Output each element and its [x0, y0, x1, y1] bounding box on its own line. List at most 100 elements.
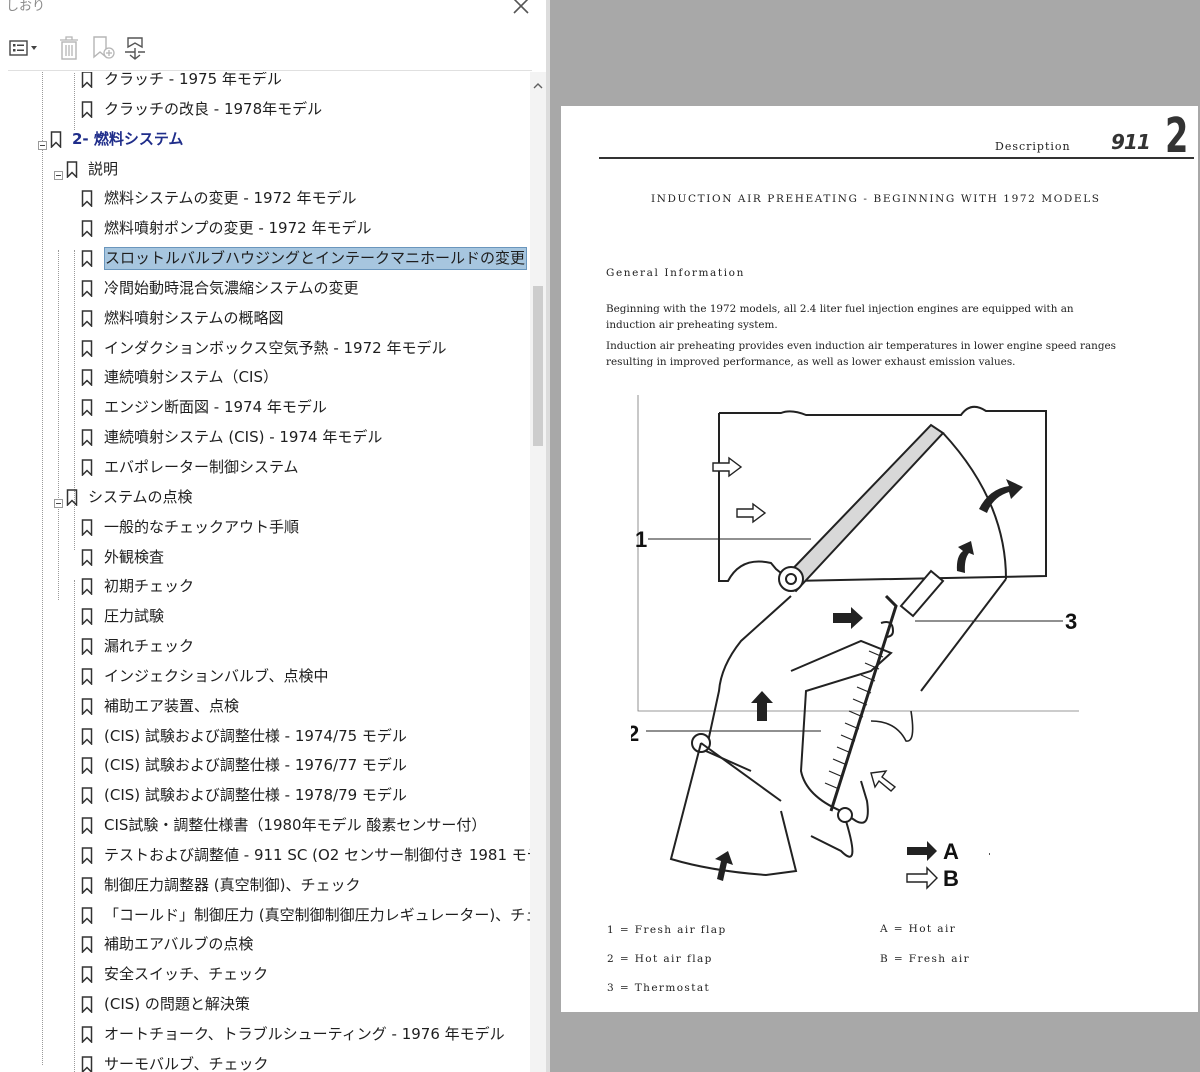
- header-rule: [599, 157, 1194, 159]
- bookmark-icon: [81, 697, 93, 716]
- bookmark-item[interactable]: 冷間始動時混合気濃縮システムの変更: [0, 274, 530, 304]
- bookmark-item[interactable]: (CIS) 試験および調整仕様 - 1974/75 モデル: [0, 722, 530, 752]
- bookmark-icon: [81, 1026, 93, 1044]
- preheating-diagram: 1 3 2 A B: [631, 395, 1079, 891]
- bookmark-item[interactable]: 圧力試験: [0, 602, 530, 632]
- bookmark-item[interactable]: 燃料システムの変更 - 1972 年モデル: [0, 184, 530, 214]
- bookmark-label: インダクションボックス空気予熱 - 1972 年モデル: [104, 338, 447, 357]
- bookmark-icon: [81, 668, 93, 686]
- collapse-toggle-icon[interactable]: [54, 493, 63, 508]
- bookmark-item[interactable]: 制御圧力調整器 (真空制御)、チェック: [0, 871, 530, 901]
- bookmark-icon: [81, 608, 93, 626]
- bookmark-icon: [81, 996, 93, 1014]
- collapse-toggle-icon[interactable]: [54, 165, 63, 180]
- bookmark-label: サーモバルブ、チェック: [104, 1054, 269, 1072]
- legend-item: 3 = Thermostat: [607, 982, 711, 994]
- bookmark-item[interactable]: 2- 燃料システム: [0, 125, 530, 155]
- bookmark-item[interactable]: 補助エア装置、点検: [0, 692, 530, 722]
- bookmark-icon: [81, 817, 93, 835]
- bookmark-label: 補助エアバルブの点検: [104, 935, 254, 954]
- panel-title: しおり: [6, 0, 46, 14]
- bookmark-item[interactable]: 燃料噴射システムの概略図: [0, 304, 530, 334]
- bookmark-item[interactable]: 燃料噴射ポンプの変更 - 1972 年モデル: [0, 214, 530, 244]
- bookmark-item[interactable]: (CIS) 試験および調整仕様 - 1978/79 モデル: [0, 781, 530, 811]
- bookmark-label: 補助エア装置、点検: [104, 696, 240, 715]
- bookmark-item[interactable]: 一般的なチェックアウト手順: [0, 513, 530, 543]
- bookmark-item[interactable]: サーモバルブ、チェック: [0, 1050, 530, 1072]
- bookmark-item[interactable]: 初期チェック: [0, 572, 530, 602]
- bookmark-label: 冷間始動時混合気濃縮システムの変更: [104, 278, 359, 297]
- bookmark-item[interactable]: エバポレーター制御システム: [0, 453, 530, 483]
- bookmark-item[interactable]: 漏れチェック: [0, 632, 530, 662]
- body-paragraph: Induction air preheating provides even i…: [606, 340, 1116, 368]
- bookmark-item[interactable]: クラッチの改良 - 1978年モデル: [0, 95, 530, 125]
- bookmark-label: 「コールド」制御圧力 (真空制御制御圧力レギュレーター)、チェック: [104, 905, 530, 924]
- bookmark-label: インジェクションバルブ、点検中: [104, 666, 329, 685]
- bookmark-item[interactable]: (CIS) 試験および調整仕様 - 1976/77 モデル: [0, 751, 530, 781]
- new-bookmark-icon[interactable]: [90, 35, 116, 61]
- bookmark-item[interactable]: システムの点検: [0, 483, 530, 513]
- bookmark-item[interactable]: (CIS) の問題と解決策: [0, 990, 530, 1020]
- bookmark-item[interactable]: エンジン断面図 - 1974 年モデル: [0, 393, 530, 423]
- bookmark-item[interactable]: インダクションボックス空気予熱 - 1972 年モデル: [0, 334, 530, 364]
- bookmark-label: (CIS) 試験および調整仕様 - 1976/77 モデル: [104, 756, 407, 775]
- bookmark-label: システムの点検: [88, 487, 193, 506]
- arrow-legend-b: B: [943, 866, 959, 891]
- bookmark-icon: [81, 459, 93, 477]
- bookmark-item[interactable]: CIS試験・調整仕様書（1980年モデル 酸素センサー付）: [0, 811, 530, 841]
- bookmark-icon: [81, 638, 93, 656]
- legend-item: A = Hot air: [880, 923, 957, 935]
- scroll-up-icon[interactable]: [530, 80, 546, 92]
- bookmark-label: (CIS) 試験および調整仕様 - 1978/79 モデル: [104, 786, 407, 805]
- bookmark-item[interactable]: 補助エアバルブの点検: [0, 930, 530, 960]
- scrollbar-thumb[interactable]: [533, 286, 543, 446]
- bookmark-icon: [81, 72, 93, 89]
- bookmark-scrollbar[interactable]: [530, 72, 546, 1072]
- bookmark-label: 連続噴射システム（CIS）: [104, 368, 278, 387]
- options-menu-icon[interactable]: [8, 35, 40, 61]
- collapse-toggle-icon[interactable]: [38, 135, 47, 150]
- bookmark-label: 安全スイッチ、チェック: [104, 965, 269, 984]
- bookmark-icon: [81, 966, 93, 985]
- expand-bookmark-icon[interactable]: [122, 35, 148, 61]
- bookmark-item[interactable]: 連続噴射システム (CIS) - 1974 年モデル: [0, 423, 530, 453]
- section-heading: General Information: [606, 267, 745, 279]
- legend-item: 1 = Fresh air flap: [607, 924, 727, 936]
- bookmark-item[interactable]: 説明: [0, 155, 530, 185]
- legend-item: B = Fresh air: [880, 953, 971, 965]
- bookmark-icon: [81, 220, 93, 239]
- bookmark-label: オートチョーク、トラブルシューティング - 1976 年モデル: [104, 1025, 505, 1043]
- close-icon[interactable]: [511, 0, 531, 16]
- legend-item: 2 = Hot air flap: [607, 953, 713, 965]
- document-page: Description 911 2 INDUCTION AIR PREHEATI…: [561, 106, 1198, 1012]
- bookmark-item[interactable]: 「コールド」制御圧力 (真空制御制御圧力レギュレーター)、チェック: [0, 901, 530, 931]
- bookmark-item[interactable]: 外観検査: [0, 543, 530, 573]
- bookmark-item[interactable]: オートチョーク、トラブルシューティング - 1976 年モデル: [0, 1020, 530, 1050]
- bookmark-icon: [81, 757, 93, 776]
- bookmark-icon: [81, 877, 93, 895]
- body-paragraph: Beginning with the 1972 models, all 2.4 …: [606, 303, 1074, 331]
- page-title: INDUCTION AIR PREHEATING - BEGINNING WIT…: [651, 193, 1101, 205]
- bookmark-label: (CIS) 試験および調整仕様 - 1974/75 モデル: [104, 726, 407, 745]
- bookmark-item[interactable]: クラッチ - 1975 年モデル: [0, 72, 530, 95]
- page-header-model: 911: [1111, 130, 1151, 154]
- bookmark-item[interactable]: テストおよび調整値 - 911 SC (O2 センサー制御付き 1981 モデル…: [0, 841, 530, 871]
- bookmark-label: テストおよび調整値 - 911 SC (O2 センサー制御付き 1981 モデル…: [104, 845, 530, 864]
- page-header-label: Description: [995, 140, 1071, 153]
- trash-icon[interactable]: [58, 35, 80, 61]
- housing-drawing: [637, 395, 1079, 877]
- bookmark-icon: [81, 727, 93, 746]
- bookmark-label: クラッチ - 1975 年モデル: [104, 72, 282, 88]
- bookmark-icon: [81, 429, 93, 447]
- bookmark-item[interactable]: インジェクションバルブ、点検中: [0, 662, 530, 692]
- bookmark-item[interactable]: 連続噴射システム（CIS）: [0, 363, 530, 393]
- bookmark-icon: [81, 280, 93, 298]
- bookmark-item[interactable]: スロットルバルブハウジングとインテークマニホールドの変更: [0, 244, 530, 274]
- bookmark-label: CIS試験・調整仕様書（1980年モデル 酸素センサー付）: [104, 816, 487, 835]
- bookmark-icon: [50, 130, 62, 149]
- bookmark-icon: [81, 936, 93, 955]
- bookmark-icon: [81, 190, 93, 209]
- bookmark-item[interactable]: 安全スイッチ、チェック: [0, 960, 530, 990]
- bookmark-label: スロットルバルブハウジングとインテークマニホールドの変更: [104, 247, 527, 271]
- bookmark-icon: [81, 310, 93, 328]
